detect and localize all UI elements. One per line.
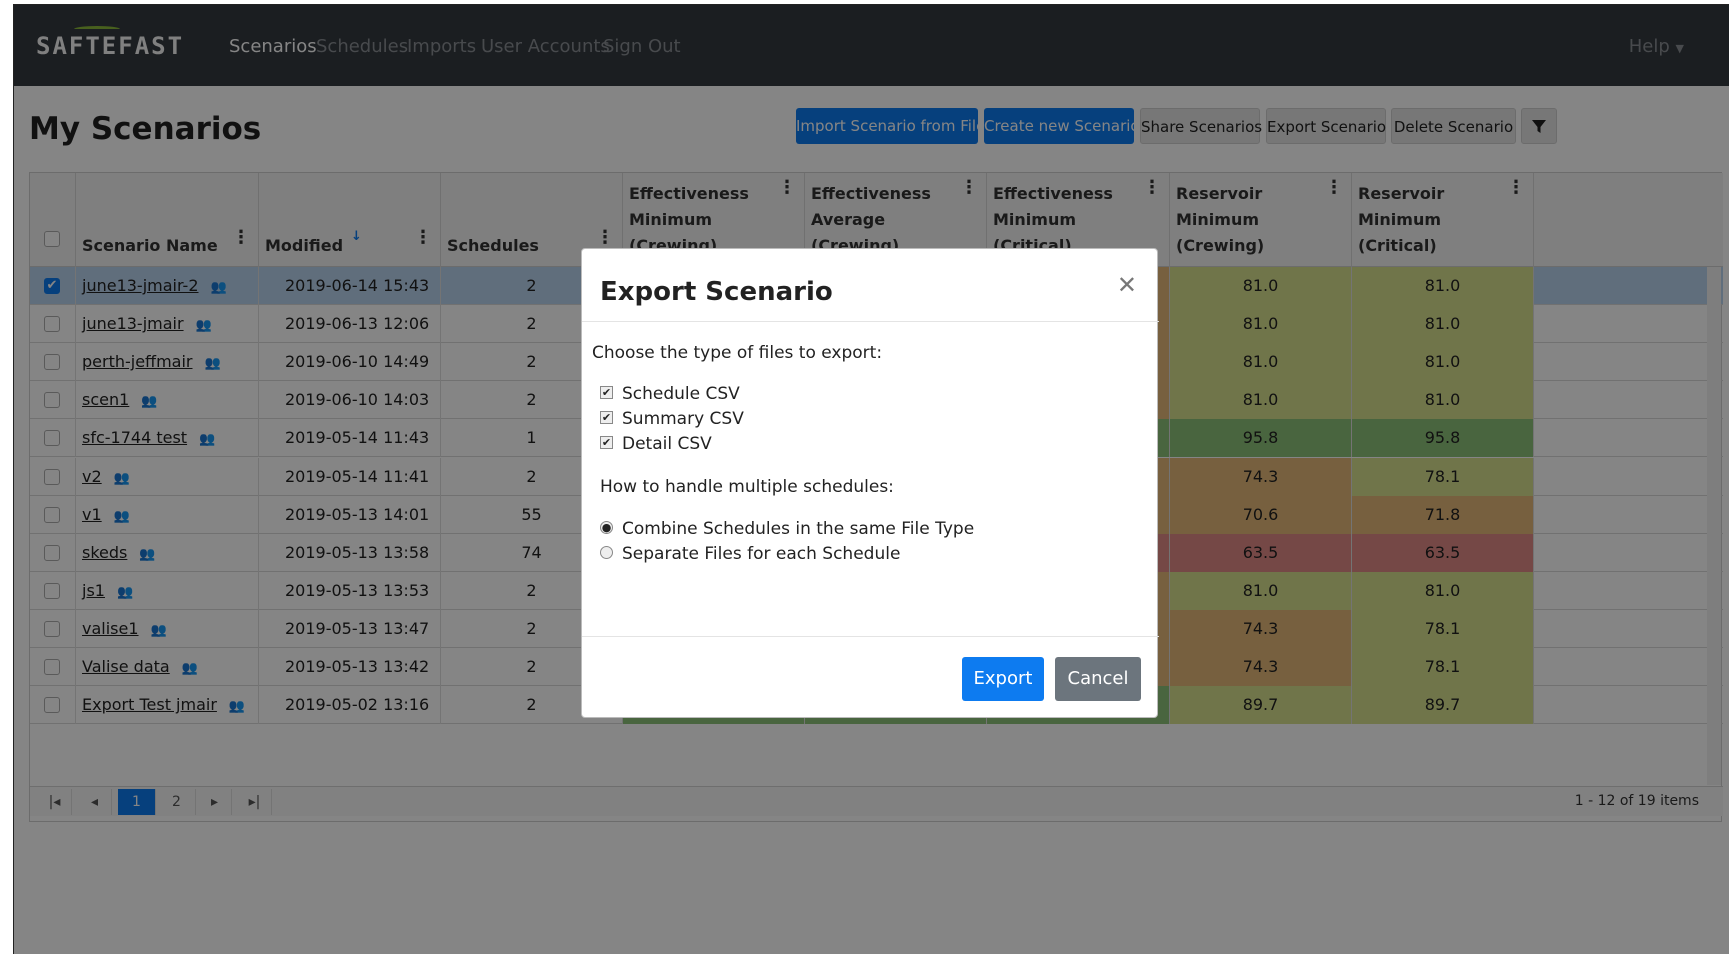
detail-csv-checkbox[interactable]: ✔ Detail CSV — [600, 432, 712, 456]
close-icon[interactable]: ✕ — [1117, 271, 1137, 299]
cancel-button[interactable]: Cancel — [1055, 657, 1141, 701]
separate-files-radio[interactable]: Separate Files for each Schedule — [600, 542, 900, 566]
schedule-csv-checkbox[interactable]: ✔ Schedule CSV — [600, 382, 740, 406]
export-button[interactable]: Export — [962, 657, 1044, 701]
file-type-prompt: Choose the type of files to export: — [592, 343, 883, 363]
dialog-footer-divider — [582, 636, 1159, 637]
export-scenario-dialog: Export Scenario ✕ Choose the type of fil… — [581, 248, 1159, 718]
combine-schedules-radio[interactable]: ● Combine Schedules in the same File Type — [600, 517, 974, 541]
app-window: SAFTEFAST Scenarios Schedules Imports Us… — [13, 4, 1729, 954]
summary-csv-checkbox[interactable]: ✔ Summary CSV — [600, 407, 744, 431]
dialog-header-divider — [582, 321, 1159, 322]
dialog-title: Export Scenario — [600, 277, 833, 307]
multiple-schedules-prompt: How to handle multiple schedules: — [600, 477, 894, 497]
